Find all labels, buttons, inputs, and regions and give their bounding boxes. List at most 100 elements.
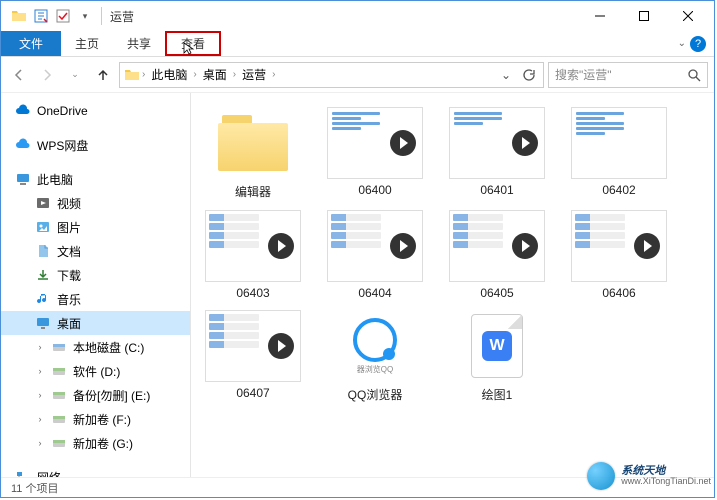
cloud-icon (15, 103, 31, 119)
crumb-separator[interactable]: › (231, 69, 238, 80)
folder-icon (11, 8, 27, 24)
maximize-button[interactable] (622, 1, 666, 31)
crumb-separator[interactable]: › (140, 69, 147, 80)
item-wps-doc[interactable]: W 绘图1 (445, 310, 549, 403)
navigation-bar: ⌄ › 此电脑 › 桌面 › 运营 › ⌄ 搜索"运营" (1, 57, 714, 93)
qq-sublabel: 器浏览QQ (357, 364, 393, 375)
pictures-folder-icon (35, 219, 51, 235)
item-06401[interactable]: 06401 (445, 107, 549, 200)
expand-icon[interactable]: › (35, 342, 45, 352)
close-button[interactable] (666, 1, 710, 31)
item-06400[interactable]: 06400 (323, 107, 427, 200)
tree-videos[interactable]: 视频 (1, 191, 190, 215)
back-button[interactable] (7, 63, 31, 87)
tree-onedrive[interactable]: OneDrive (1, 99, 190, 123)
tab-home[interactable]: 主页 (61, 31, 113, 56)
help-icon[interactable]: ? (690, 36, 706, 52)
search-input[interactable]: 搜索"运营" (548, 62, 708, 88)
tree-desktop[interactable]: 桌面 (1, 311, 190, 335)
item-06402[interactable]: 06402 (567, 107, 671, 200)
crumb-separator[interactable]: › (270, 69, 277, 80)
search-icon[interactable] (687, 68, 701, 82)
tree-documents[interactable]: 文档 (1, 239, 190, 263)
item-folder-editor[interactable]: 编辑器 (201, 107, 305, 200)
history-dropdown[interactable]: ⌄ (63, 63, 87, 87)
item-label: 06403 (236, 286, 269, 300)
tree-music[interactable]: 音乐 (1, 287, 190, 311)
item-count: 11 个项目 (11, 480, 58, 496)
tab-share[interactable]: 共享 (113, 31, 165, 56)
tree-disk-g[interactable]: › 新加卷 (G:) (1, 431, 190, 455)
tree-pictures[interactable]: 图片 (1, 215, 190, 239)
content-pane[interactable]: 编辑器 06400 06401 (191, 93, 714, 479)
expand-icon[interactable]: › (35, 366, 45, 376)
video-thumbnail (327, 210, 423, 282)
title-separator (101, 7, 102, 25)
video-thumbnail (449, 107, 545, 179)
navigation-tree: OneDrive WPS网盘 此电脑 视频 图片 文档 (1, 93, 191, 479)
tree-downloads[interactable]: 下载 (1, 263, 190, 287)
item-label: 绘图1 (482, 386, 513, 403)
up-button[interactable] (91, 63, 115, 87)
tab-view[interactable]: 查看 (165, 31, 221, 56)
crumb-thispc[interactable]: 此电脑 (147, 66, 191, 83)
tree-label: 视频 (57, 195, 81, 212)
item-label: 06402 (602, 183, 635, 197)
item-06406[interactable]: 06406 (567, 210, 671, 300)
item-qq-browser[interactable]: 器浏览QQ QQ浏览器 (323, 310, 427, 403)
tree-disk-c[interactable]: › 本地磁盘 (C:) (1, 335, 190, 359)
expand-icon[interactable]: › (35, 390, 45, 400)
item-label: 06406 (602, 286, 635, 300)
item-label: 06400 (358, 183, 391, 197)
checkbox-icon[interactable] (55, 8, 71, 24)
titlebar: ▾ 运营 (1, 1, 714, 31)
desktop-folder-icon (35, 315, 51, 331)
disk-icon (51, 339, 67, 355)
video-thumbnail (571, 107, 667, 179)
item-06405[interactable]: 06405 (445, 210, 549, 300)
watermark-en: www.XiTongTianDi.net (621, 477, 711, 487)
forward-button[interactable] (35, 63, 59, 87)
tree-label: OneDrive (37, 104, 88, 118)
disk-icon (51, 387, 67, 403)
tree-disk-e[interactable]: › 备份[勿删] (E:) (1, 383, 190, 407)
watermark-logo-icon (587, 462, 615, 490)
minimize-button[interactable] (578, 1, 622, 31)
properties-icon[interactable] (33, 8, 49, 24)
crumb-separator[interactable]: › (191, 69, 198, 80)
crumb-current[interactable]: 运营 (238, 66, 270, 83)
tree-wps[interactable]: WPS网盘 (1, 133, 190, 157)
tree-disk-d[interactable]: › 软件 (D:) (1, 359, 190, 383)
expand-icon[interactable]: › (35, 414, 45, 424)
tree-thispc[interactable]: 此电脑 (1, 167, 190, 191)
tree-label: 新加卷 (F:) (73, 411, 131, 428)
address-actions: ⌄ (497, 68, 539, 82)
window-title: 运营 (110, 8, 134, 25)
ribbon-expand-icon[interactable]: ⌄ (678, 38, 686, 49)
tree-label: 下载 (57, 267, 81, 284)
item-label: 编辑器 (235, 183, 271, 200)
item-06403[interactable]: 06403 (201, 210, 305, 300)
monitor-icon (15, 171, 31, 187)
qat-overflow-icon[interactable]: ▾ (77, 8, 93, 24)
tree-label: 本地磁盘 (C:) (73, 339, 144, 356)
address-bar[interactable]: › 此电脑 › 桌面 › 运营 › ⌄ (119, 62, 544, 88)
watermark: 系统天地 www.XiTongTianDi.net (587, 462, 711, 490)
video-thumbnail (205, 210, 301, 282)
cursor-icon (183, 42, 195, 56)
explorer-window: ▾ 运营 文件 主页 共享 查看 ⌄ ? ⌄ › (0, 0, 715, 498)
item-label: 06405 (480, 286, 513, 300)
crumb-desktop[interactable]: 桌面 (199, 66, 231, 83)
tree-disk-f[interactable]: › 新加卷 (F:) (1, 407, 190, 431)
refresh-icon[interactable] (517, 68, 539, 82)
address-dropdown-icon[interactable]: ⌄ (497, 68, 515, 82)
item-06404[interactable]: 06404 (323, 210, 427, 300)
folder-icon (124, 67, 140, 83)
tree-label: 图片 (57, 219, 81, 236)
item-06407[interactable]: 06407 (201, 310, 305, 403)
ribbon-tabs: 文件 主页 共享 查看 ⌄ ? (1, 31, 714, 57)
expand-icon[interactable]: › (35, 438, 45, 448)
tab-file[interactable]: 文件 (1, 31, 61, 56)
tree-label: 新加卷 (G:) (73, 435, 133, 452)
item-label: QQ浏览器 (348, 386, 403, 403)
